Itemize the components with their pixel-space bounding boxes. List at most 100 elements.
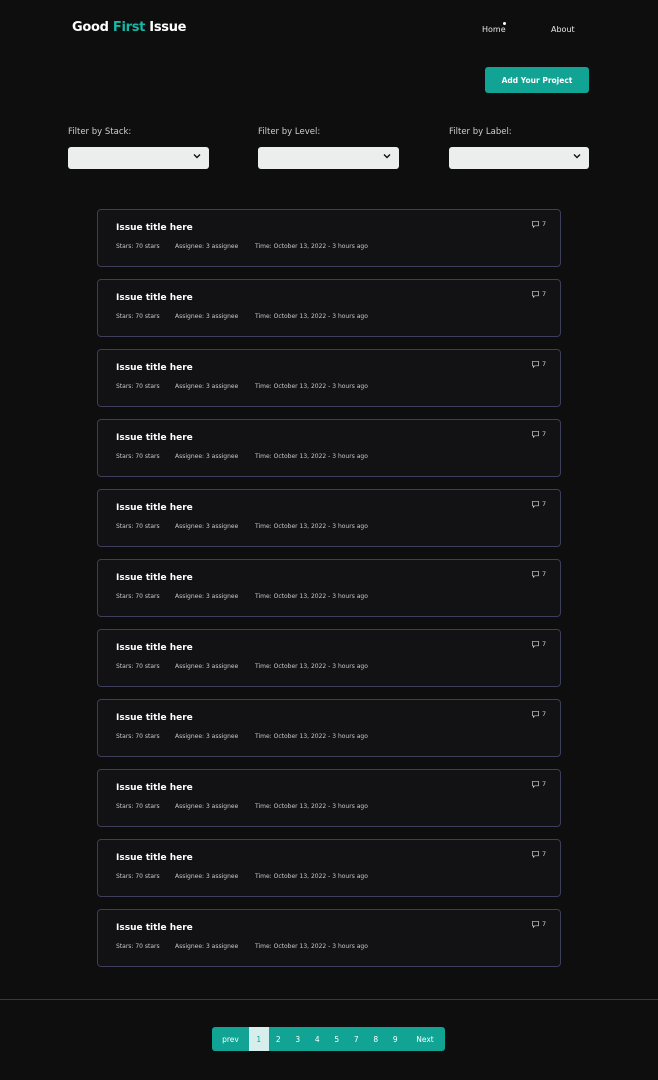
comment-icon (532, 500, 539, 508)
issue-time: Time: October 13, 2022 - 3 hours ago (255, 523, 368, 530)
comment-icon (532, 290, 539, 298)
issue-stars: Stars: 70 stars (116, 313, 160, 320)
issue-assignees: Assignee: 3 assignee (175, 803, 239, 810)
issue-card[interactable]: Issue title here Stars: 70 stars Assigne… (97, 279, 561, 337)
filter-stack: Filter by Stack: (68, 127, 209, 169)
comment-count: 7 (542, 360, 547, 368)
issue-time: Time: October 13, 2022 - 3 hours ago (255, 803, 368, 810)
issue-stars: Stars: 70 stars (116, 243, 160, 250)
pagination-next-button[interactable]: Next (405, 1027, 445, 1051)
issue-card[interactable]: Issue title here Stars: 70 stars Assigne… (97, 349, 561, 407)
issue-title[interactable]: Issue title here (116, 363, 193, 373)
issue-card[interactable]: Issue title here Stars: 70 stars Assigne… (97, 909, 561, 967)
pagination-page-3[interactable]: 3 (288, 1027, 308, 1051)
pagination-prev-button[interactable]: prev (212, 1027, 249, 1051)
issue-comments: 7 (532, 360, 546, 368)
add-project-button[interactable]: Add Your Project (485, 67, 589, 93)
issue-card[interactable]: Issue title here Stars: 70 stars Assigne… (97, 769, 561, 827)
comment-icon (532, 220, 539, 228)
issue-assignees: Assignee: 3 assignee (175, 243, 239, 250)
filter-level: Filter by Level: (258, 127, 399, 169)
issue-title[interactable]: Issue title here (116, 713, 193, 723)
issue-comments: 7 (532, 500, 546, 508)
issue-assignees: Assignee: 3 assignee (175, 873, 239, 880)
issue-title[interactable]: Issue title here (116, 783, 193, 793)
issue-time: Time: October 13, 2022 - 3 hours ago (255, 943, 368, 950)
filter-level-select[interactable] (258, 147, 399, 169)
issue-title[interactable]: Issue title here (116, 573, 193, 583)
comment-count: 7 (542, 500, 547, 508)
pagination-page-2[interactable]: 2 (269, 1027, 289, 1051)
issue-comments: 7 (532, 430, 546, 438)
issue-card[interactable]: Issue title here Stars: 70 stars Assigne… (97, 699, 561, 757)
logo[interactable]: Good First Issue (72, 20, 187, 35)
filter-stack-label: Filter by Stack: (68, 127, 132, 137)
issue-comments: 7 (532, 920, 546, 928)
issue-assignees: Assignee: 3 assignee (175, 593, 239, 600)
issue-assignees: Assignee: 3 assignee (175, 453, 239, 460)
comment-icon (532, 570, 539, 578)
comment-icon (532, 850, 539, 858)
pagination-page-9[interactable]: 9 (386, 1027, 406, 1051)
pagination-page-1[interactable]: 1 (249, 1027, 269, 1051)
issue-assignees: Assignee: 3 assignee (175, 943, 239, 950)
comment-icon (532, 430, 539, 438)
issue-stars: Stars: 70 stars (116, 873, 160, 880)
comment-count: 7 (542, 920, 547, 928)
issue-stars: Stars: 70 stars (116, 803, 160, 810)
filter-stack-select[interactable] (68, 147, 209, 169)
issue-title[interactable]: Issue title here (116, 923, 193, 933)
issue-stars: Stars: 70 stars (116, 663, 160, 670)
pagination-page-8[interactable]: 8 (366, 1027, 386, 1051)
pagination-page-4[interactable]: 4 (308, 1027, 328, 1051)
issue-time: Time: October 13, 2022 - 3 hours ago (255, 733, 368, 740)
comment-count: 7 (542, 290, 547, 298)
issue-comments: 7 (532, 640, 546, 648)
comment-count: 7 (542, 780, 547, 788)
filter-level-label: Filter by Level: (258, 127, 321, 137)
issue-card[interactable]: Issue title here Stars: 70 stars Assigne… (97, 629, 561, 687)
issue-stars: Stars: 70 stars (116, 733, 160, 740)
issue-title[interactable]: Issue title here (116, 643, 193, 653)
issue-assignees: Assignee: 3 assignee (175, 313, 239, 320)
comment-count: 7 (542, 220, 547, 228)
issue-title[interactable]: Issue title here (116, 853, 193, 863)
issue-card[interactable]: Issue title here Stars: 70 stars Assigne… (97, 839, 561, 897)
filter-label-label: Filter by Label: (449, 127, 512, 137)
issue-card[interactable]: Issue title here Stars: 70 stars Assigne… (97, 419, 561, 477)
issue-assignees: Assignee: 3 assignee (175, 663, 239, 670)
issue-title[interactable]: Issue title here (116, 503, 193, 513)
issue-title[interactable]: Issue title here (116, 223, 193, 233)
logo-part-first: First (112, 20, 146, 35)
issue-comments: 7 (532, 220, 546, 228)
issue-time: Time: October 13, 2022 - 3 hours ago (255, 313, 368, 320)
comment-icon (532, 780, 539, 788)
issue-card[interactable]: Issue title here Stars: 70 stars Assigne… (97, 209, 561, 267)
issue-card[interactable]: Issue title here Stars: 70 stars Assigne… (97, 559, 561, 617)
issue-stars: Stars: 70 stars (116, 523, 160, 530)
logo-part-issue: Issue (145, 20, 187, 35)
issue-stars: Stars: 70 stars (116, 943, 160, 950)
issue-title[interactable]: Issue title here (116, 293, 193, 303)
comment-icon (532, 640, 539, 648)
issue-time: Time: October 13, 2022 - 3 hours ago (255, 593, 368, 600)
active-nav-indicator (503, 22, 506, 25)
issue-list: Issue title here Stars: 70 stars Assigne… (97, 209, 561, 979)
comment-count: 7 (542, 570, 547, 578)
issue-stars: Stars: 70 stars (116, 383, 160, 390)
issue-assignees: Assignee: 3 assignee (175, 733, 239, 740)
issue-assignees: Assignee: 3 assignee (175, 383, 239, 390)
pagination-page-7[interactable]: 7 (347, 1027, 367, 1051)
nav-about-link[interactable]: About (551, 25, 575, 34)
issue-title[interactable]: Issue title here (116, 433, 193, 443)
chevron-down-icon (193, 154, 201, 159)
comment-icon (532, 920, 539, 928)
logo-part-good: Good (72, 20, 113, 35)
nav-home-link[interactable]: Home (482, 25, 506, 34)
pagination-page-5[interactable]: 5 (327, 1027, 347, 1051)
issue-card[interactable]: Issue title here Stars: 70 stars Assigne… (97, 489, 561, 547)
issue-comments: 7 (532, 290, 546, 298)
filter-label-select[interactable] (449, 147, 589, 169)
issue-time: Time: October 13, 2022 - 3 hours ago (255, 453, 368, 460)
issue-time: Time: October 13, 2022 - 3 hours ago (255, 243, 368, 250)
